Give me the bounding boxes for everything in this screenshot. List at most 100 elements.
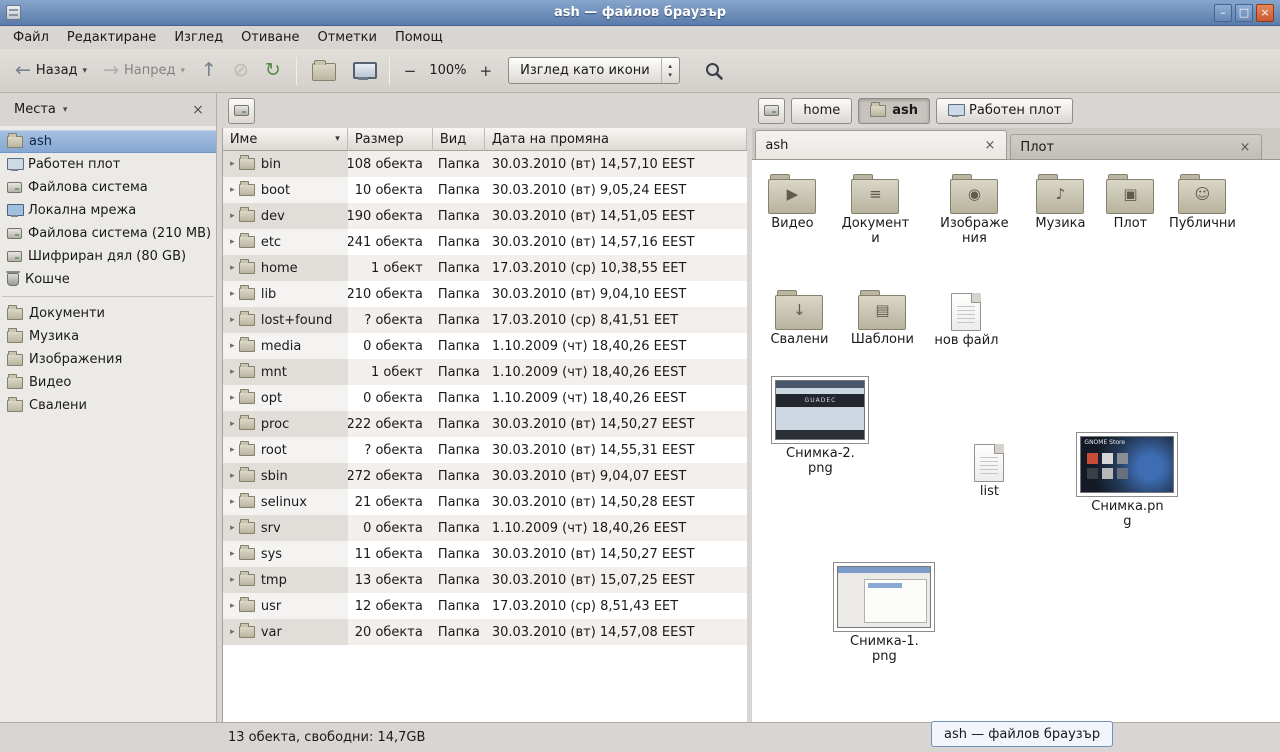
location-button[interactable] [228, 98, 255, 124]
table-row[interactable]: ▸ home 1 обект Папка 17.03.2010 (ср) 10,… [223, 255, 748, 281]
table-row[interactable]: ▸ sys 11 обекта Папка 30.03.2010 (вт) 14… [223, 541, 748, 567]
icon-view-folder[interactable]: ♪ Музика [1022, 174, 1098, 232]
expander-icon[interactable]: ▸ [226, 211, 239, 221]
expander-icon[interactable]: ▸ [226, 185, 239, 195]
icon-view-file[interactable]: list [951, 444, 1027, 500]
table-row[interactable]: ▸ boot 10 обекта Папка 30.03.2010 (вт) 9… [223, 177, 748, 203]
sidebar-item[interactable]: Документи [0, 302, 216, 325]
home-button[interactable] [305, 56, 343, 85]
table-row[interactable]: ▸ bin 108 обекта Папка 30.03.2010 (вт) 1… [223, 151, 748, 177]
expander-icon[interactable]: ▸ [226, 445, 239, 455]
icon-view-folder[interactable]: ≡ Документи [837, 174, 913, 247]
combo-stepper-icon[interactable]: ▴ ▾ [661, 58, 679, 83]
table-row[interactable]: ▸ opt 0 обекта Папка 1.10.2009 (чт) 18,4… [223, 385, 748, 411]
close-tab-icon[interactable]: × [1238, 140, 1253, 155]
zoom-in-button[interactable]: + [474, 60, 499, 82]
icon-view-folder[interactable]: ↓ Свалени [761, 290, 837, 348]
search-button[interactable] [696, 57, 732, 85]
expander-icon[interactable]: ▸ [226, 341, 239, 351]
icon-view-image[interactable]: Снимка-1.png [832, 562, 936, 665]
table-row[interactable]: ▸ sbin 272 обекта Папка 30.03.2010 (вт) … [223, 463, 748, 489]
table-row[interactable]: ▸ mnt 1 обект Папка 1.10.2009 (чт) 18,40… [223, 359, 748, 385]
table-row[interactable]: ▸ proc 222 обекта Папка 30.03.2010 (вт) … [223, 411, 748, 437]
expander-icon[interactable]: ▸ [226, 289, 239, 299]
table-row[interactable]: ▸ root ? обекта Папка 30.03.2010 (вт) 14… [223, 437, 748, 463]
menu-item-редактиране[interactable]: Редактиране [58, 26, 165, 49]
view-mode-combo[interactable]: Изглед като икони ▴ ▾ [508, 57, 680, 84]
icon-view-folder[interactable]: ▤ Шаблони [844, 290, 920, 348]
column-header-name[interactable]: Име ▾ [223, 128, 348, 151]
sidebar-item[interactable]: ash [0, 130, 216, 153]
expander-icon[interactable]: ▸ [226, 237, 239, 247]
table-row[interactable]: ▸ selinux 21 обекта Папка 30.03.2010 (вт… [223, 489, 748, 515]
column-header-date[interactable]: Дата на промяна [485, 128, 748, 151]
chevron-down-icon[interactable]: ▾ [83, 66, 88, 76]
expander-icon[interactable]: ▸ [226, 393, 239, 403]
expander-icon[interactable]: ▸ [226, 471, 239, 481]
sidebar-item[interactable]: Файлова система (210 MB) [0, 222, 216, 245]
forward-button[interactable]: → Напред ▾ [96, 57, 192, 84]
path-button-ash[interactable]: ash [858, 98, 930, 124]
column-header-type[interactable]: Вид [433, 128, 485, 151]
icon-view-file[interactable]: нов файл [928, 293, 1004, 349]
minimize-button[interactable]: – [1214, 4, 1232, 22]
icon-view-folder[interactable]: ▶ Видео [754, 174, 830, 232]
close-button[interactable]: × [1256, 4, 1274, 22]
expander-icon[interactable]: ▸ [226, 549, 239, 559]
titlebar[interactable]: ash — файлов браузър – □ × [0, 0, 1280, 26]
expander-icon[interactable]: ▸ [226, 159, 239, 169]
sidebar-item[interactable]: Шифриран дял (80 GB) [0, 245, 216, 268]
sidebar-item[interactable]: Кошче [0, 268, 216, 291]
icon-view-folder[interactable]: ☺ Публични [1164, 174, 1240, 232]
tab-ash[interactable]: ash × [755, 130, 1007, 159]
tab-plot[interactable]: Плот × [1010, 134, 1262, 159]
sidebar-item[interactable]: Музика [0, 325, 216, 348]
table-row[interactable]: ▸ lib 210 обекта Папка 30.03.2010 (вт) 9… [223, 281, 748, 307]
expander-icon[interactable]: ▸ [226, 575, 239, 585]
close-tab-icon[interactable]: × [983, 138, 998, 153]
stop-button[interactable]: ⊘ [226, 57, 256, 84]
sidebar-item[interactable]: Видео [0, 371, 216, 394]
zoom-out-button[interactable]: − [398, 60, 423, 82]
icon-view[interactable]: ▶ Видео ≡ Документи ◉ Изображения ♪ Музи… [752, 160, 1280, 722]
expander-icon[interactable]: ▸ [226, 601, 239, 611]
menu-item-файл[interactable]: Файл [4, 26, 58, 49]
icon-view-folder[interactable]: ▣ Плот [1092, 174, 1168, 232]
table-row[interactable]: ▸ tmp 13 обекта Папка 30.03.2010 (вт) 15… [223, 567, 748, 593]
table-row[interactable]: ▸ etc 241 обекта Папка 30.03.2010 (вт) 1… [223, 229, 748, 255]
sidebar-item[interactable]: Файлова система [0, 176, 216, 199]
location-button[interactable] [758, 98, 785, 124]
sidebar-item[interactable]: Изображения [0, 348, 216, 371]
close-sidebar-button[interactable]: × [188, 102, 208, 118]
expander-icon[interactable]: ▸ [226, 497, 239, 507]
path-button-desktop[interactable]: Работен плот [936, 98, 1073, 124]
menu-item-изглед[interactable]: Изглед [165, 26, 232, 49]
icon-view-image[interactable]: GUADEC Снимка-2.png [770, 376, 870, 477]
computer-button[interactable] [345, 58, 381, 84]
expander-icon[interactable]: ▸ [226, 627, 239, 637]
sidebar-item[interactable]: Свалени [0, 394, 216, 417]
table-row[interactable]: ▸ var 20 обекта Папка 30.03.2010 (вт) 14… [223, 619, 748, 645]
expander-icon[interactable]: ▸ [226, 523, 239, 533]
icon-view-image[interactable]: GNOME Store Снимка.png [1075, 432, 1179, 530]
expander-icon[interactable]: ▸ [226, 419, 239, 429]
expander-icon[interactable]: ▸ [226, 315, 239, 325]
column-header-size[interactable]: Размер [348, 128, 433, 151]
expander-icon[interactable]: ▸ [226, 263, 239, 273]
icon-view-folder[interactable]: ◉ Изображения [936, 174, 1012, 247]
sidebar-item[interactable]: Работен плот [0, 153, 216, 176]
table-row[interactable]: ▸ usr 12 обекта Папка 17.03.2010 (ср) 8,… [223, 593, 748, 619]
path-button-home[interactable]: home [791, 98, 852, 124]
menu-item-отметки[interactable]: Отметки [308, 26, 385, 49]
table-row[interactable]: ▸ srv 0 обекта Папка 1.10.2009 (чт) 18,4… [223, 515, 748, 541]
back-button[interactable]: ← Назад ▾ [8, 57, 94, 84]
expander-icon[interactable]: ▸ [226, 367, 239, 377]
menu-item-помощ[interactable]: Помощ [386, 26, 452, 49]
places-combo[interactable]: Места ▾ [8, 99, 73, 120]
maximize-button[interactable]: □ [1235, 4, 1253, 22]
up-button[interactable]: ↑ [194, 57, 224, 84]
table-row[interactable]: ▸ lost+found ? обекта Папка 17.03.2010 (… [223, 307, 748, 333]
sidebar-item[interactable]: Локална мрежа [0, 199, 216, 222]
table-row[interactable]: ▸ media 0 обекта Папка 1.10.2009 (чт) 18… [223, 333, 748, 359]
table-row[interactable]: ▸ dev 190 обекта Папка 30.03.2010 (вт) 1… [223, 203, 748, 229]
